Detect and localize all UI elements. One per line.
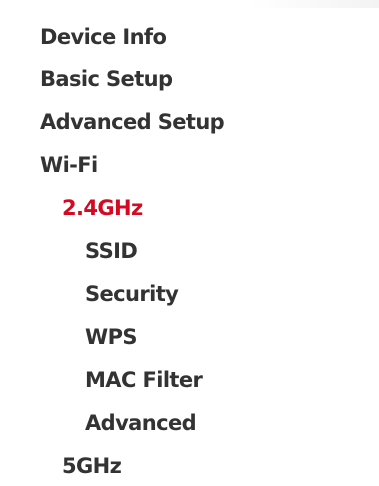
menu-item-device-info[interactable]: Device Info (40, 27, 167, 48)
menu-item-wifi[interactable]: Wi-Fi (40, 155, 98, 176)
menu-item-advanced[interactable]: Advanced (85, 413, 197, 434)
menu-item-wps[interactable]: WPS (85, 327, 137, 348)
menu-item-wifi-5ghz[interactable]: 5GHz (62, 456, 122, 477)
menu-item-mac-filter[interactable]: MAC Filter (85, 370, 203, 391)
sidebar-menu: Device Info Basic Setup Advanced Setup W… (0, 0, 379, 486)
menu-item-security[interactable]: Security (85, 284, 179, 305)
top-edge-fade (250, 0, 379, 8)
menu-item-wifi-24ghz[interactable]: 2.4GHz (62, 198, 143, 219)
menu-item-advanced-setup[interactable]: Advanced Setup (40, 112, 225, 133)
menu-item-ssid[interactable]: SSID (85, 241, 138, 262)
menu-item-basic-setup[interactable]: Basic Setup (40, 69, 173, 90)
